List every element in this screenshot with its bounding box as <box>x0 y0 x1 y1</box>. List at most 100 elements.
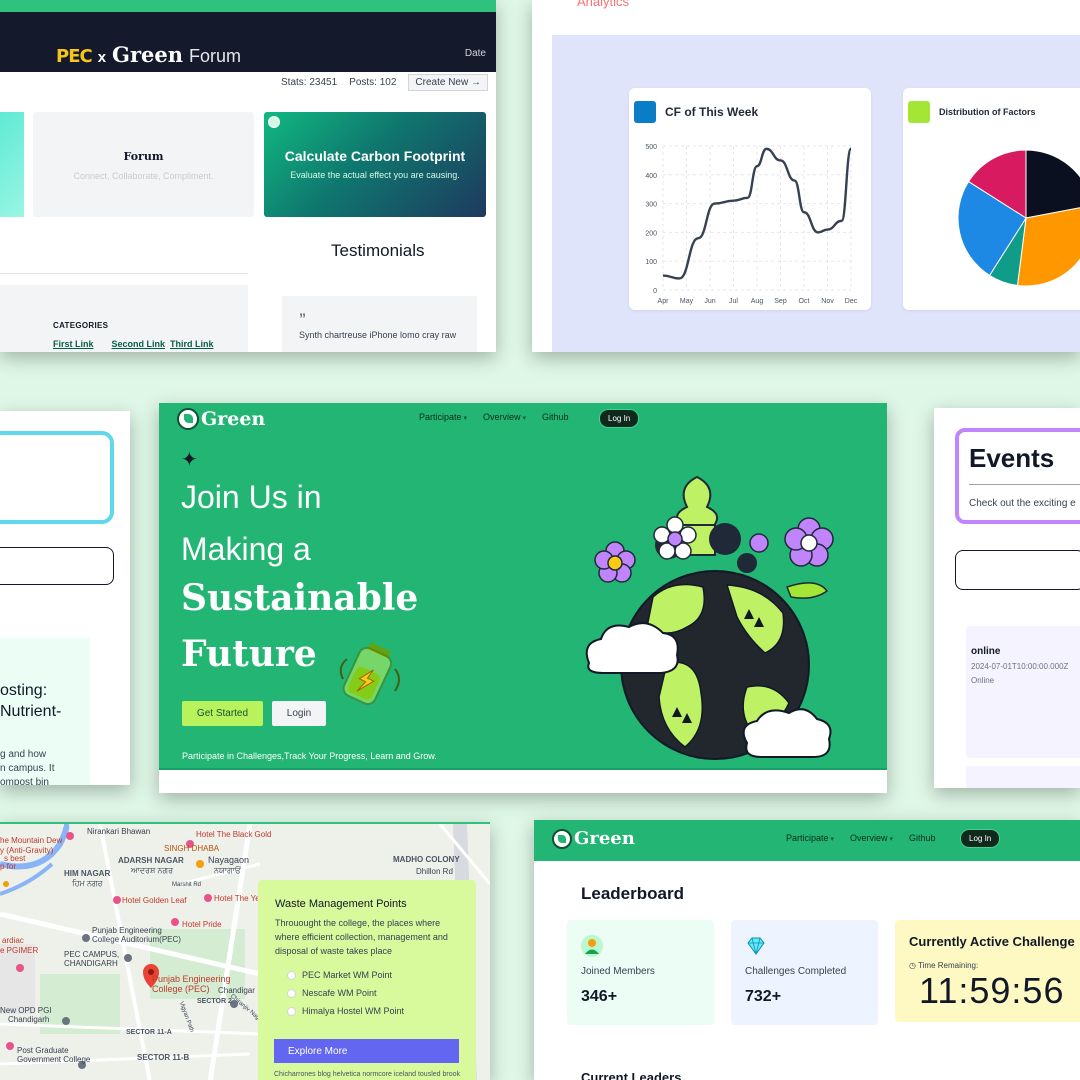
y-tick-label: 200 <box>645 230 657 237</box>
green-logo[interactable]: Green <box>177 408 265 430</box>
event-title: online <box>971 646 1001 657</box>
forum-tile-title: Forum <box>123 150 164 163</box>
article-text-line-3: ompost bin <box>0 777 49 785</box>
wm-point-item[interactable]: PEC Market WM Point <box>287 966 459 984</box>
active-challenge-title: Currently Active Challenge <box>909 934 1075 949</box>
map-label: CHANDIGARH <box>64 959 118 968</box>
hero-menu: Participate Overview Github <box>419 412 569 422</box>
menu-overview[interactable]: Overview <box>850 833 893 843</box>
explore-more-button[interactable]: Explore More <box>274 1039 459 1063</box>
third-link[interactable]: Third Link <box>170 339 214 349</box>
events-screenshot: Events Check out the exciting e online 2… <box>934 408 1080 788</box>
analytics-screenshot: Analytics CF of This Week 0 100 200 300 400 5… <box>532 0 1080 352</box>
map-label: Chandigarh <box>8 1015 50 1024</box>
logo-text: Green <box>201 408 266 430</box>
divider <box>0 273 248 274</box>
leader-menu: Participate Overview Github <box>786 833 936 843</box>
waste-management-panel: Waste Management Points Throuought the c… <box>258 880 476 1080</box>
tile-partial[interactable] <box>0 112 24 217</box>
categories-title: CATEGORIES <box>53 321 109 330</box>
wm-point-label: PEC Market WM Point <box>302 970 393 980</box>
article-title: osting: Nutrient- <box>0 680 61 722</box>
events-title: Events <box>969 443 1055 473</box>
carbon-footprint-tile[interactable]: Calculate Carbon Footprint Evaluate the … <box>264 112 486 217</box>
headline-line-3: Sustainable <box>181 577 419 619</box>
leaf-logo-icon <box>177 408 199 430</box>
nav-login-button[interactable]: Log In <box>960 829 1001 848</box>
wm-point-label: Himalya Hostel WM Point <box>302 1006 405 1016</box>
second-link[interactable]: Second Link <box>112 339 166 349</box>
map-label: New OPD PGI <box>0 1006 52 1015</box>
menu-github[interactable]: Github <box>542 412 569 422</box>
panel-title: Waste Management Points <box>275 898 407 910</box>
map-label: Dhillon Rd <box>416 867 453 876</box>
forum-brand[interactable]: PEC x Green Forum <box>56 42 241 67</box>
login-button[interactable]: Login <box>272 701 326 726</box>
map-label: SECTOR 11-B <box>137 1053 190 1062</box>
y-tick-label: 400 <box>645 173 657 180</box>
x-tick-label: Nov <box>821 298 834 305</box>
headline-line-1: Join Us in <box>181 479 322 515</box>
highlight-box <box>0 431 114 524</box>
hero-bottom-strip <box>159 768 887 793</box>
events-search-input[interactable] <box>955 550 1080 590</box>
user-icon <box>581 935 603 957</box>
headline-line-2: Making a <box>181 531 311 567</box>
diamond-icon <box>745 935 767 957</box>
panel-description: Throuought the college, the places where… <box>275 918 448 956</box>
green-logo[interactable]: Green <box>552 828 635 849</box>
article-title-line-2: Nutrient- <box>0 703 62 720</box>
leaf-icon <box>268 116 280 128</box>
map-label: MADHO COLONY <box>393 855 460 864</box>
headline-line-4: Future <box>181 633 317 675</box>
nav-login-button[interactable]: Log In <box>599 409 640 428</box>
y-tick-label: 500 <box>645 144 657 151</box>
map-label: he Mountain Dew <box>0 836 63 845</box>
map-label: Hotel The Yell <box>214 894 264 903</box>
map-label: Punjab Engineering <box>152 974 231 984</box>
get-started-button[interactable]: Get Started <box>182 701 263 726</box>
map-label: e PGIMER <box>0 946 39 955</box>
brand-forum: Forum <box>189 46 242 66</box>
brand-separator: x <box>97 49 107 66</box>
menu-github[interactable]: Github <box>909 833 936 843</box>
countdown-timer: 11:59:56 <box>919 970 1065 1011</box>
search-input[interactable] <box>0 547 114 585</box>
menu-overview[interactable]: Overview <box>483 412 526 422</box>
x-tick-label: Oct <box>799 298 810 305</box>
category-links: First Link Second Link Third Link <box>53 339 214 349</box>
sparkle-icon: ✦ <box>181 449 198 471</box>
x-tick-label: Sep <box>774 298 787 305</box>
map-label: p for <box>0 862 17 871</box>
first-link[interactable]: First Link <box>53 339 94 349</box>
menu-participate[interactable]: Participate <box>419 412 467 422</box>
quote-icon: ” <box>299 310 306 326</box>
forum-stats: Stats: 23451 Posts: 102 Create New → <box>281 74 488 91</box>
forum-tile[interactable]: Forum Connect, Collaborate, Compliment. <box>33 112 254 217</box>
create-new-button[interactable]: Create New → <box>408 74 488 91</box>
forum-screenshot: PEC x Green Forum Date Stats: 23451 Post… <box>0 0 496 352</box>
map-label: ਹਿਮ ਨਗਰ <box>72 879 103 888</box>
carbon-tile-subtitle: Evaluate the actual effect you are causi… <box>290 170 460 180</box>
article-title-line-1: osting: <box>0 682 48 699</box>
cf-line-chart: 0 100 200 300 400 500 Apr May Jun Jul Aug Sep Oct Nov… <box>645 144 857 305</box>
distribution-color-square <box>908 101 930 123</box>
wm-point-item[interactable]: Himalya Hostel WM Point <box>287 1002 459 1020</box>
map-label: ardiac <box>2 936 24 945</box>
map-label: SECTOR 11-A <box>126 1029 172 1036</box>
cf-chart-card: CF of This Week 0 100 200 300 400 500 Apr May Ju… <box>629 88 871 310</box>
active-challenge-card[interactable]: Currently Active Challenge ◷ Time Remain… <box>895 920 1080 1022</box>
menu-participate[interactable]: Participate <box>786 833 834 843</box>
y-tick-label: 300 <box>645 202 657 209</box>
event-card[interactable] <box>966 766 1080 788</box>
map-label: College Auditorium(PEC) <box>92 935 181 944</box>
wm-point-item[interactable]: Nescafe WM Point <box>287 984 459 1002</box>
map-label: Marshit Rd <box>172 882 202 888</box>
challenges-completed-label: Challenges Completed <box>745 966 847 977</box>
map-label: Chandigar <box>218 986 255 995</box>
joined-members-card: Joined Members 346+ <box>567 920 714 1025</box>
brand-green: Green <box>112 42 184 67</box>
leaf-logo-icon <box>552 828 572 849</box>
events-divider <box>969 484 1080 485</box>
forum-navbar: PEC x Green Forum Date <box>0 12 496 72</box>
